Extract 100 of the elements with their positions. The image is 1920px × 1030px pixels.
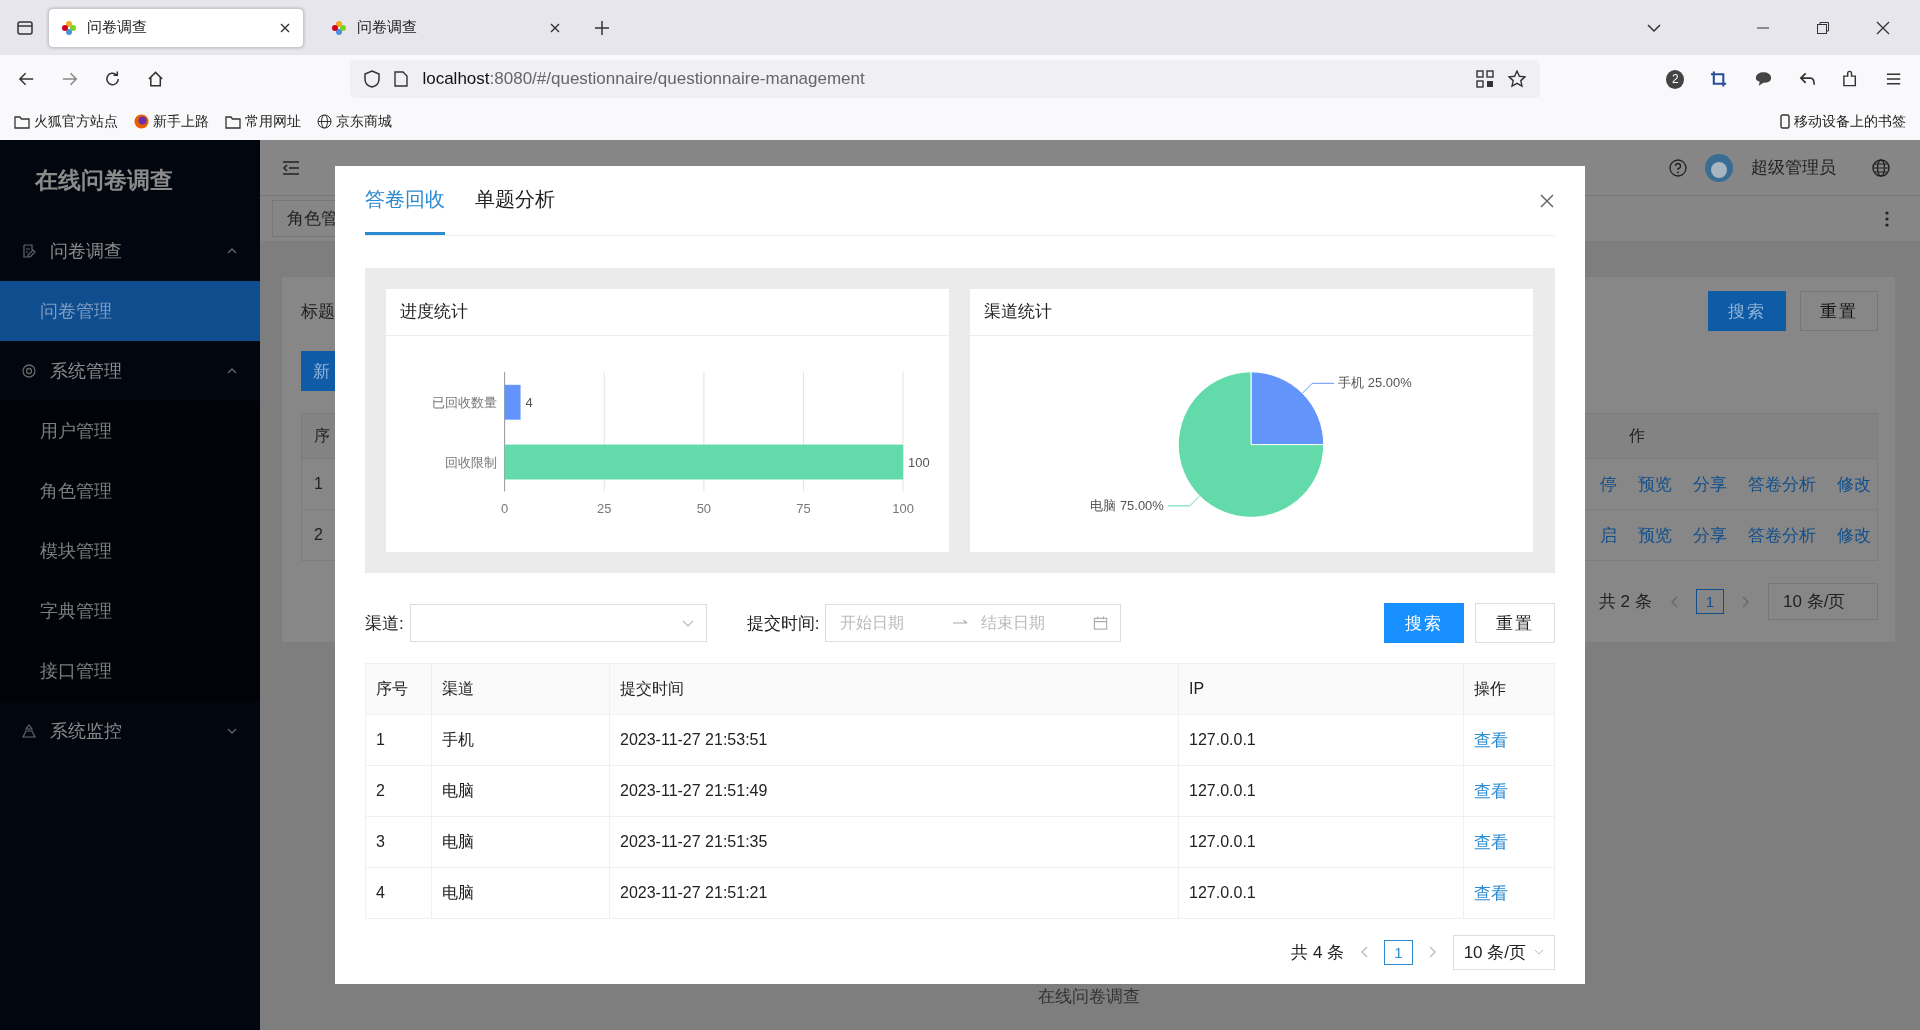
page-number[interactable]: 1 [1695, 589, 1724, 614]
bookmark-link[interactable]: 京东商城 [317, 112, 392, 131]
menu-item[interactable]: 字典管理 [0, 581, 260, 641]
close-icon[interactable] [549, 21, 561, 34]
home-icon[interactable] [147, 70, 165, 88]
date-range-field[interactable]: 开始日期 结束日期 [825, 604, 1122, 642]
folder-icon [14, 114, 30, 129]
undo-icon[interactable] [1798, 70, 1816, 88]
pie-label: 手机 25.00% [1338, 375, 1412, 391]
bookmark-link[interactable]: 火狐官方站点 [14, 112, 118, 131]
card-title: 进度统计 [386, 289, 949, 336]
view-link[interactable]: 查看 [1474, 832, 1508, 852]
table-cell: 127.0.0.1 [1178, 867, 1464, 919]
globe-icon[interactable] [1872, 158, 1890, 177]
star-icon[interactable] [1508, 70, 1527, 88]
forward-icon[interactable] [61, 70, 79, 88]
reload-icon[interactable] [104, 70, 122, 88]
address-bar[interactable]: localhost:8080/#/questionnaire/questionnaire-management [350, 60, 1541, 98]
time-label: 提交时间: [746, 612, 820, 635]
action-link[interactable]: 分享 [1693, 472, 1727, 496]
restore-icon[interactable] [1816, 20, 1830, 35]
table-cell: 1 [314, 475, 323, 493]
action-link[interactable]: 预览 [1638, 523, 1672, 547]
page-size-select[interactable]: 10 条/页 [1768, 583, 1878, 620]
table-cell: 2023-11-27 21:53:51 [609, 714, 1179, 766]
app-title: 在线问卷调查 [33, 166, 174, 195]
reset-button[interactable]: 重置 [1800, 291, 1878, 331]
search-button[interactable]: 搜索 [1708, 291, 1786, 331]
browser-tab[interactable]: 问卷调查 [318, 7, 574, 48]
table-cell: 手机 [431, 714, 610, 766]
action-link[interactable]: 答卷分析 [1748, 523, 1816, 547]
bookmark-link[interactable]: 移动设备上的书签 [1780, 112, 1906, 131]
menu-item[interactable]: 模块管理 [0, 521, 260, 581]
table-cell: 3 [365, 816, 432, 868]
qr-code-icon[interactable] [1476, 70, 1495, 88]
shield-icon [364, 70, 381, 88]
action-link[interactable]: 修改 [1837, 523, 1871, 547]
search-button[interactable]: 搜索 [1384, 603, 1464, 643]
filter-label: 标题 [301, 300, 335, 323]
action-link[interactable]: 停 [1600, 472, 1617, 496]
menu-item[interactable]: 用户管理 [0, 401, 260, 461]
back-icon[interactable] [18, 70, 36, 88]
menu-item[interactable]: 问卷管理 [0, 281, 260, 341]
action-link[interactable]: 修改 [1837, 472, 1871, 496]
end-date-input[interactable]: 结束日期 [979, 613, 1084, 633]
calendar-icon [1093, 615, 1109, 631]
tab-list-icon[interactable] [16, 18, 34, 37]
menu-group[interactable]: 系统监控 [0, 701, 260, 761]
tick-label: 75 [796, 501, 811, 517]
menu-group[interactable]: 问卷调查 [0, 221, 260, 281]
column-header: IP [1178, 663, 1464, 715]
action-link[interactable]: 启 [1600, 523, 1617, 547]
footer-text: 在线问卷调查 [1036, 986, 1141, 1008]
table-cell: 2 [365, 765, 432, 817]
chevron-down-icon [1534, 947, 1544, 957]
avatar-icon[interactable] [1705, 153, 1733, 182]
help-icon[interactable] [1669, 158, 1687, 177]
puzzle-icon[interactable] [1841, 70, 1859, 88]
reset-button[interactable]: 重置 [1475, 603, 1555, 643]
more-icon[interactable] [1884, 209, 1890, 228]
axis-label: 已回收数量 [431, 394, 497, 410]
card-title: 渠道统计 [970, 289, 1533, 336]
menu-item[interactable]: 角色管理 [0, 461, 260, 521]
dialog-tab[interactable]: 答卷回收 [365, 166, 445, 235]
crop-icon[interactable] [1710, 70, 1728, 88]
table-cell: 2 [314, 526, 323, 544]
folder-icon [225, 114, 241, 129]
column-header: 渠道 [431, 663, 610, 715]
user-name[interactable]: 超级管理员 [1751, 156, 1836, 179]
action-link[interactable]: 预览 [1638, 472, 1672, 496]
column-header: 提交时间 [609, 663, 1179, 715]
view-link[interactable]: 查看 [1474, 781, 1508, 801]
table-cell: 电脑 [431, 867, 610, 919]
start-date-input[interactable]: 开始日期 [838, 613, 943, 633]
menu-fold-icon[interactable] [282, 159, 300, 176]
close-icon[interactable] [1876, 20, 1890, 35]
view-link[interactable]: 查看 [1474, 883, 1508, 903]
bookmark-link[interactable]: 常用网址 [225, 112, 301, 131]
action-link[interactable]: 分享 [1693, 523, 1727, 547]
close-icon[interactable] [1539, 192, 1555, 209]
tick-label: 0 [501, 501, 509, 517]
close-icon[interactable] [279, 21, 291, 34]
bookmark-link[interactable]: 新手上路 [134, 112, 209, 131]
chat-icon[interactable] [1753, 70, 1773, 88]
menu-group[interactable]: 系统管理 [0, 341, 260, 401]
browser-tab[interactable]: 问卷调查 [48, 7, 304, 48]
tick-label: 50 [696, 501, 712, 517]
notification-badge[interactable]: 2 [1666, 69, 1685, 89]
page-number[interactable]: 1 [1384, 939, 1413, 965]
menu-item[interactable]: 接口管理 [0, 641, 260, 701]
page-size-select[interactable]: 10 条/页 [1452, 934, 1555, 970]
leader-line [1301, 382, 1335, 394]
dialog-tab[interactable]: 单题分析 [475, 166, 555, 235]
new-tab-icon[interactable] [594, 19, 610, 36]
data-label: 4 [525, 394, 533, 410]
view-link[interactable]: 查看 [1474, 730, 1508, 750]
action-link[interactable]: 答卷分析 [1748, 472, 1816, 496]
arrow-right-icon [952, 619, 970, 627]
axis-label: 回收限制 [444, 454, 497, 470]
phone-icon [1780, 114, 1790, 129]
